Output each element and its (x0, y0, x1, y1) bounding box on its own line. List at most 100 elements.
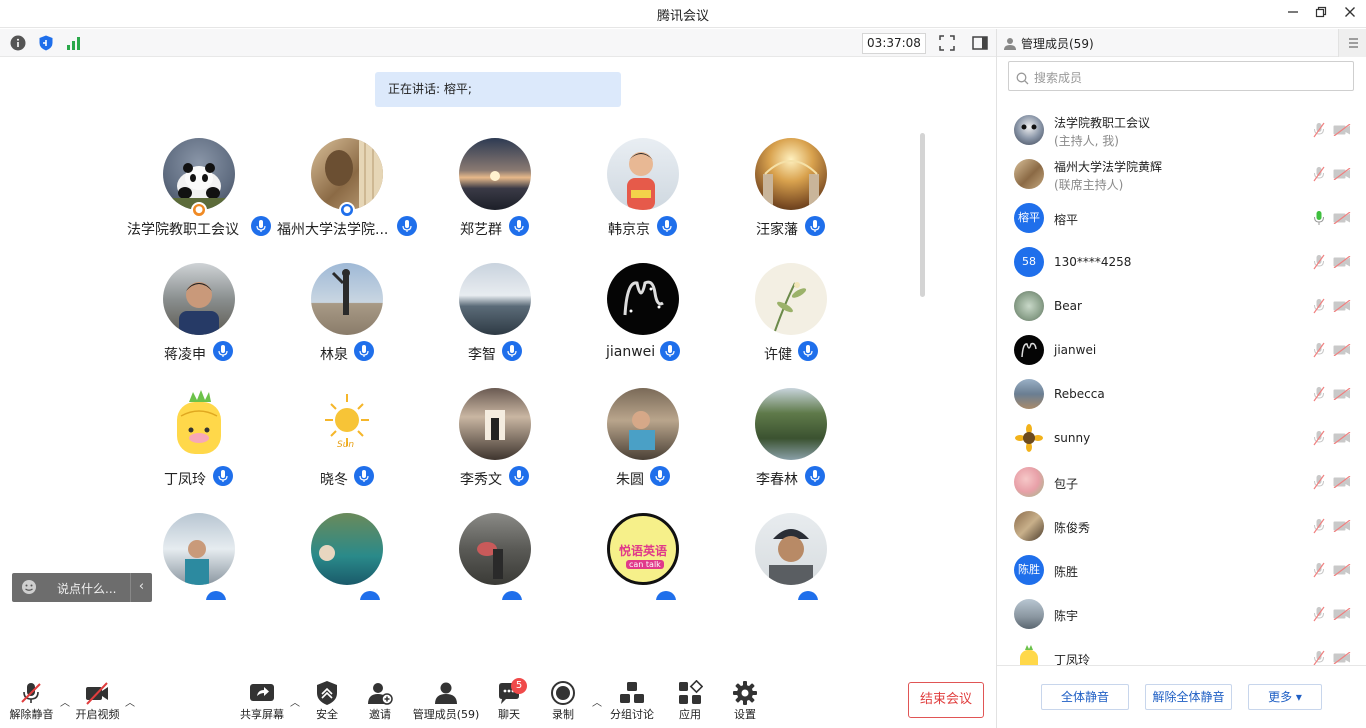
settings-button[interactable]: 设置 (726, 670, 764, 728)
minimize-icon[interactable] (1283, 4, 1303, 24)
camera-off-icon[interactable] (1333, 124, 1351, 136)
more-button[interactable]: 更多 ▾ (1248, 684, 1322, 710)
participant-tile[interactable]: 李秀文 (420, 370, 570, 490)
camera-off-icon[interactable] (1333, 652, 1351, 664)
participant-tile[interactable] (420, 495, 570, 600)
mic-muted-icon[interactable] (1313, 166, 1325, 182)
member-search-input[interactable]: 搜索成员 (1008, 61, 1354, 91)
participant-tile[interactable]: 丁凤玲 (124, 370, 274, 490)
chat-quick-input[interactable]: 说点什么... ‹ (12, 573, 152, 602)
camera-off-icon[interactable] (1333, 388, 1351, 400)
share-screen-button[interactable]: 共享屏幕 (236, 670, 288, 728)
fullscreen-icon[interactable] (939, 35, 955, 51)
member-row[interactable]: 包子 (997, 461, 1366, 505)
member-row[interactable]: 法学院教职工会议 (主持人, 我) (997, 109, 1366, 153)
member-row[interactable]: jianwei (997, 329, 1366, 373)
end-meeting-button[interactable]: 结束会议 (908, 682, 984, 718)
participant-tile[interactable]: 许健 (716, 245, 866, 365)
grid-scrollbar[interactable] (920, 133, 925, 297)
mic-muted-icon[interactable] (1313, 298, 1325, 314)
member-row[interactable]: 陈胜 陈胜 (997, 549, 1366, 593)
gear-icon (733, 681, 757, 705)
layout-toggle-icon[interactable] (972, 35, 988, 51)
participant-tile[interactable]: 李春林 (716, 370, 866, 490)
mic-active-icon[interactable] (1313, 210, 1325, 226)
participant-tile[interactable]: Sun 晓冬 (272, 370, 422, 490)
unmute-all-button[interactable]: 解除全体静音 (1145, 684, 1232, 710)
camera-off-icon[interactable] (1333, 344, 1351, 356)
member-row[interactable]: 陈宇 (997, 593, 1366, 637)
camera-off-icon[interactable] (1333, 168, 1351, 180)
participant-tile[interactable]: 李智 (420, 245, 570, 365)
mute-all-button[interactable]: 全体静音 (1041, 684, 1129, 710)
mic-muted-icon[interactable] (1313, 562, 1325, 578)
chevron-left-icon[interactable]: ‹ (130, 573, 152, 602)
participant-tile[interactable]: 韩京京 (568, 120, 718, 240)
member-row[interactable]: 丁凤玲 (997, 637, 1366, 665)
participant-tile[interactable]: 蒋凌申 (124, 245, 274, 365)
member-row[interactable]: Bear (997, 285, 1366, 329)
manage-members-button[interactable]: 管理成员(59) (408, 670, 484, 728)
mic-muted-icon[interactable] (1313, 474, 1325, 490)
camera-off-icon[interactable] (1333, 432, 1351, 444)
mic-muted-icon[interactable] (1313, 122, 1325, 138)
member-name: 丁凤玲 (1054, 653, 1091, 665)
record-options-chevron-icon[interactable]: ︿ (592, 694, 602, 709)
panel-menu-icon[interactable] (1338, 29, 1366, 57)
participant-tile[interactable]: ● 法学院教职工会议 (124, 120, 274, 240)
participant-tile[interactable]: jianwei (568, 245, 718, 365)
security-button[interactable]: 安全 (308, 670, 346, 728)
video-options-chevron-icon[interactable]: ︿ (125, 694, 135, 709)
invite-label: 邀请 (369, 708, 391, 721)
participant-tile[interactable]: 悦语英语 can talk (568, 495, 718, 600)
mic-muted-icon[interactable] (1313, 342, 1325, 358)
participant-tile[interactable]: 林泉 (272, 245, 422, 365)
camera-off-icon[interactable] (1333, 476, 1351, 488)
unmute-button[interactable]: 解除静音 (4, 670, 59, 728)
chat-button[interactable]: 5 聊天 (491, 670, 527, 728)
share-options-chevron-icon[interactable]: ︿ (290, 694, 300, 709)
signal-icon[interactable] (66, 35, 82, 51)
record-button[interactable]: 录制 (544, 670, 582, 728)
participant-tile[interactable]: 郑艺群 (420, 120, 570, 240)
member-row[interactable]: 陈俊秀 (997, 505, 1366, 549)
member-role: (主持人, 我) (1054, 134, 1119, 148)
member-row[interactable]: 58 130****4258 (997, 241, 1366, 285)
member-name: 法学院教职工会议 (1054, 116, 1151, 130)
mic-muted-icon[interactable] (1313, 386, 1325, 402)
audio-options-chevron-icon[interactable]: ︿ (60, 694, 70, 709)
mic-icon (502, 591, 522, 600)
participant-tile[interactable] (716, 495, 866, 600)
participant-tile[interactable]: 朱圆 (568, 370, 718, 490)
member-name: 福州大学法学院黄辉 (1054, 160, 1163, 174)
apps-button[interactable]: 应用 (671, 670, 709, 728)
participant-tile[interactable]: 汪家藩 (716, 120, 866, 240)
english-avatar-text: 悦语英语 (619, 544, 668, 558)
mic-muted-icon[interactable] (1313, 650, 1325, 665)
invite-button[interactable]: 邀请 (361, 670, 399, 728)
info-icon[interactable] (10, 35, 26, 51)
emoji-icon[interactable] (21, 579, 37, 599)
participant-tile[interactable]: ● 福州大学法学院... (272, 120, 422, 240)
member-row[interactable]: Rebecca (997, 373, 1366, 417)
member-row[interactable]: sunny (997, 417, 1366, 461)
avatar (459, 138, 531, 210)
mic-muted-icon[interactable] (1313, 430, 1325, 446)
mic-muted-icon[interactable] (1313, 518, 1325, 534)
restore-icon[interactable] (1311, 4, 1331, 24)
start-video-button[interactable]: 开启视频 (70, 670, 125, 728)
member-row[interactable]: 福州大学法学院黄辉 (联席主持人) (997, 153, 1366, 197)
participant-tile[interactable] (272, 495, 422, 600)
camera-off-icon[interactable] (1333, 300, 1351, 312)
camera-off-icon[interactable] (1333, 212, 1351, 224)
member-row[interactable]: 榕平 榕平 (997, 197, 1366, 241)
close-icon[interactable] (1340, 4, 1360, 24)
camera-off-icon[interactable] (1333, 520, 1351, 532)
camera-off-icon[interactable] (1333, 564, 1351, 576)
camera-off-icon[interactable] (1333, 608, 1351, 620)
mic-muted-icon[interactable] (1313, 606, 1325, 622)
breakout-rooms-button[interactable]: 分组讨论 (606, 670, 658, 728)
camera-off-icon[interactable] (1333, 256, 1351, 268)
shield-icon[interactable] (38, 35, 54, 51)
mic-muted-icon[interactable] (1313, 254, 1325, 270)
